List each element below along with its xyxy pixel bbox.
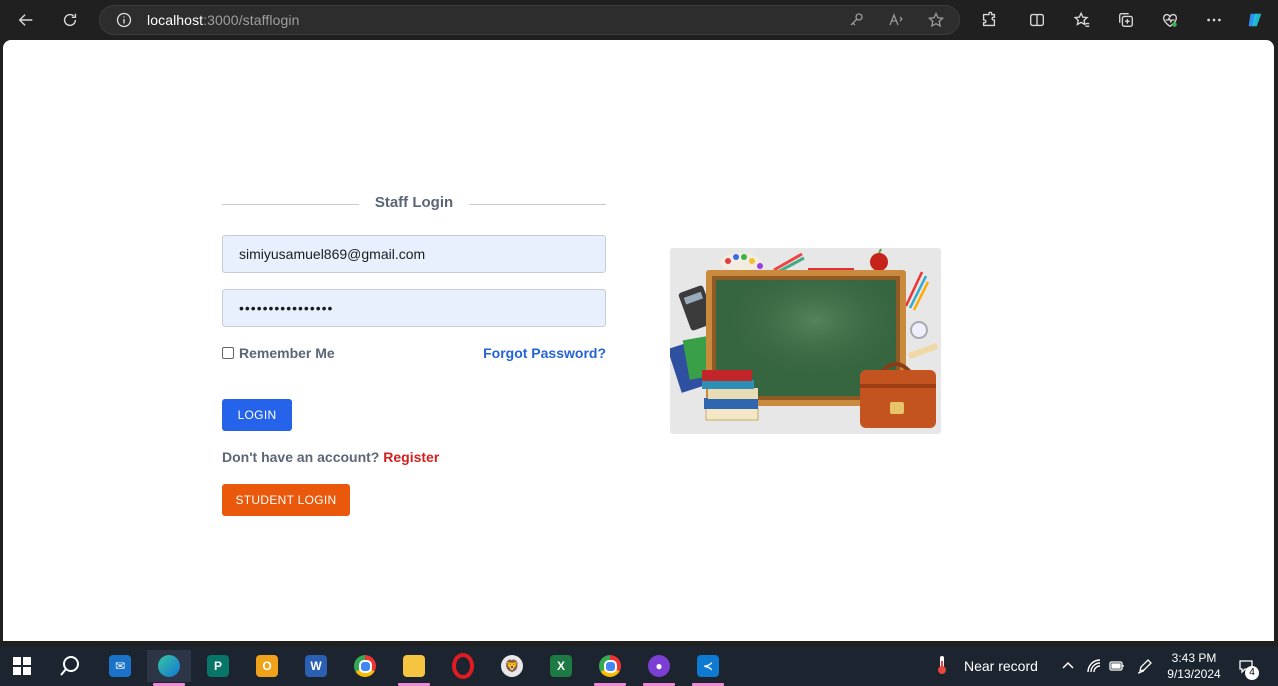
- remember-me-label: Remember Me: [239, 345, 335, 361]
- word-icon: W: [305, 655, 327, 677]
- taskbar-chrome-profile[interactable]: [588, 650, 632, 686]
- clock-time: 3:43 PM: [1171, 651, 1217, 665]
- weather-icon[interactable]: [933, 656, 951, 674]
- forgot-password-link[interactable]: Forgot Password?: [483, 345, 606, 361]
- battery-icon[interactable]: [1108, 657, 1126, 675]
- remember-me-checkbox[interactable]: [222, 347, 234, 359]
- more-options-icon[interactable]: [1202, 8, 1226, 32]
- taskbar-publisher[interactable]: P: [196, 650, 240, 682]
- chrome-icon: [354, 655, 376, 677]
- clock-date: 9/13/2024: [1167, 667, 1221, 681]
- github-icon: ●: [648, 655, 670, 677]
- publisher-icon: P: [207, 655, 229, 677]
- start-button[interactable]: [0, 650, 44, 682]
- login-button[interactable]: LOGIN: [222, 399, 292, 431]
- taskbar-outlook[interactable]: O: [245, 650, 289, 682]
- key-icon[interactable]: [846, 10, 866, 30]
- windows-logo-icon: [13, 657, 31, 675]
- folder-icon: [403, 655, 425, 677]
- no-account-text: Don't have an account?: [222, 449, 380, 465]
- classroom-illustration: [670, 248, 941, 434]
- browser-toolbar: localhost:3000/stafflogin: [0, 0, 1278, 40]
- taskbar-mail[interactable]: ✉: [98, 650, 142, 682]
- pen-icon[interactable]: [1136, 657, 1154, 675]
- taskbar-search[interactable]: [48, 650, 92, 682]
- browser-essentials-icon[interactable]: [1158, 8, 1182, 32]
- weather-text[interactable]: Near record: [964, 658, 1038, 674]
- chevron-up-icon[interactable]: [1059, 657, 1077, 675]
- page-viewport: Staff Login Remember Me Forgot Password?…: [3, 40, 1274, 641]
- taskbar-chrome[interactable]: [343, 650, 387, 682]
- collections-icon[interactable]: [1114, 8, 1138, 32]
- title-row: Staff Login: [222, 194, 606, 214]
- excel-icon: X: [550, 655, 572, 677]
- password-field[interactable]: [222, 289, 606, 327]
- page-title: Staff Login: [222, 194, 606, 211]
- taskbar-vscode[interactable]: ≺: [686, 650, 730, 686]
- edge-icon: [158, 655, 180, 677]
- read-aloud-icon[interactable]: [886, 10, 906, 30]
- mail-icon: ✉: [109, 655, 131, 677]
- favorite-star-icon[interactable]: [926, 10, 946, 30]
- favorites-icon[interactable]: [1070, 8, 1094, 32]
- taskbar-github-desktop[interactable]: ●: [637, 650, 681, 686]
- chrome-profile-icon: [599, 655, 621, 677]
- opera-icon: [452, 653, 474, 679]
- taskbar-opera[interactable]: [441, 650, 485, 682]
- windows-taskbar: ✉ P O W 🦁 X ● ≺ Near record 3:43 PM 9/13…: [0, 646, 1278, 686]
- back-arrow-icon[interactable]: [14, 8, 38, 32]
- outlook-icon: O: [256, 655, 278, 677]
- search-icon: [60, 656, 79, 676]
- signup-prompt: Don't have an account? Register: [222, 449, 439, 465]
- copilot-icon[interactable]: [1243, 8, 1267, 32]
- notification-badge: 4: [1245, 666, 1259, 680]
- wifi-icon[interactable]: [1085, 657, 1103, 675]
- url-path: :3000/stafflogin: [203, 12, 300, 28]
- extensions-icon[interactable]: [977, 8, 1001, 32]
- email-field[interactable]: [222, 235, 606, 273]
- lion-app-icon: 🦁: [501, 655, 523, 677]
- taskbar-excel[interactable]: X: [539, 650, 583, 682]
- site-info-icon[interactable]: [114, 10, 134, 30]
- taskbar-word[interactable]: W: [294, 650, 338, 682]
- split-screen-icon[interactable]: [1025, 8, 1049, 32]
- taskbar-lion-app[interactable]: 🦁: [490, 650, 534, 682]
- url-host: localhost: [147, 12, 204, 28]
- address-bar[interactable]: localhost:3000/stafflogin: [99, 5, 960, 35]
- taskbar-file-explorer[interactable]: [392, 650, 436, 686]
- register-link[interactable]: Register: [383, 449, 439, 465]
- student-login-button[interactable]: STUDENT LOGIN: [222, 484, 350, 516]
- url-text[interactable]: localhost:3000/stafflogin: [147, 12, 299, 28]
- refresh-icon[interactable]: [58, 8, 82, 32]
- system-clock[interactable]: 3:43 PM 9/13/2024: [1160, 650, 1228, 682]
- vscode-icon: ≺: [697, 655, 719, 677]
- remember-me[interactable]: Remember Me: [222, 345, 335, 361]
- taskbar-edge[interactable]: [147, 650, 191, 686]
